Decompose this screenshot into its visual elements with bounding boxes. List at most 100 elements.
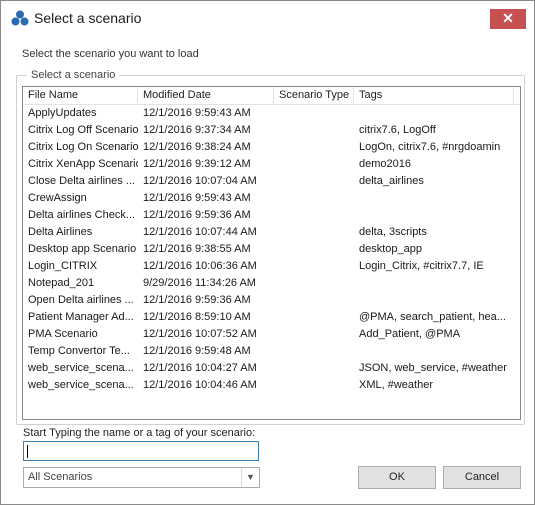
cell-file-name: Temp Convertor Te... [28, 345, 130, 357]
table-row[interactable]: web_service_scena... 12/1/2016 10:04:46 A… [23, 377, 520, 394]
table-row[interactable]: Notepad_201 9/29/2016 11:34:26 AM [23, 275, 520, 292]
cell-file-name: Citrix XenApp Scenario [28, 158, 138, 170]
cell-file-name: ApplyUpdates [28, 107, 97, 119]
ok-button[interactable]: OK [358, 466, 436, 489]
cell-scenario-type [274, 190, 354, 207]
chevron-down-icon[interactable]: ▼ [241, 468, 259, 487]
cell-modified-date: 12/1/2016 9:38:55 AM [143, 243, 251, 255]
cell-tags: delta, 3scripts [359, 226, 427, 238]
cell-tags [354, 207, 514, 224]
search-input[interactable] [23, 441, 259, 461]
search-label: Start Typing the name or a tag of your s… [23, 427, 256, 439]
cell-tags: LogOn, citrix7.6, #nrgdoamin [359, 141, 501, 153]
cell-modified-date: 12/1/2016 10:07:52 AM [143, 328, 257, 340]
table-row[interactable]: Delta Airlines 12/1/2016 10:07:44 AM delta… [23, 224, 520, 241]
cell-modified-date: 12/1/2016 9:39:12 AM [143, 158, 251, 170]
cell-scenario-type [274, 343, 354, 360]
cell-tags [354, 275, 514, 292]
cell-modified-date: 12/1/2016 10:04:27 AM [143, 362, 257, 374]
cell-file-name: Close Delta airlines ... [28, 175, 135, 187]
cell-modified-date: 12/1/2016 9:38:24 AM [143, 141, 251, 153]
cell-tags: XML, #weather [359, 379, 433, 391]
cell-scenario-type [274, 292, 354, 309]
filter-selected-value: All Scenarios [28, 471, 93, 483]
cell-scenario-type [274, 173, 354, 190]
cell-tags: citrix7.6, LogOff [359, 124, 436, 136]
list-header: File Name Modified Date Scenario Type Ta… [23, 87, 520, 105]
cell-file-name: web_service_scena... [28, 379, 134, 391]
cancel-button[interactable]: Cancel [443, 466, 521, 489]
cell-scenario-type [274, 156, 354, 173]
cell-modified-date: 12/1/2016 9:59:48 AM [143, 345, 251, 357]
table-row[interactable]: Citrix Log Off Scenario 12/1/2016 9:37:34… [23, 122, 520, 139]
cell-modified-date: 12/1/2016 10:06:36 AM [143, 260, 257, 272]
column-header-file-name[interactable]: File Name [23, 87, 138, 104]
cell-modified-date: 9/29/2016 11:34:26 AM [143, 277, 256, 289]
cell-modified-date: 12/1/2016 10:07:44 AM [143, 226, 257, 238]
cell-tags: Login_Citrix, #citrix7.7, IE [359, 260, 484, 272]
cell-file-name: Login_CITRIX [28, 260, 98, 272]
close-button[interactable]: ✕ [490, 9, 526, 29]
cell-modified-date: 12/1/2016 10:04:46 AM [143, 379, 257, 391]
scenario-app-icon [11, 10, 29, 26]
text-caret [27, 445, 28, 458]
cell-scenario-type [274, 139, 354, 156]
cell-modified-date: 12/1/2016 9:59:43 AM [143, 107, 251, 119]
cell-file-name: Desktop app Scenario [28, 243, 137, 255]
cell-tags: @PMA, search_patient, hea... [359, 311, 506, 323]
cell-modified-date: 12/1/2016 9:59:36 AM [143, 209, 251, 221]
cell-scenario-type [274, 360, 354, 377]
title-bar[interactable]: Select a scenario ✕ [1, 1, 534, 35]
cell-file-name: Citrix Log On Scenario [28, 141, 138, 153]
cell-modified-date: 12/1/2016 9:59:36 AM [143, 294, 251, 306]
cell-scenario-type [274, 275, 354, 292]
cell-tags [354, 105, 514, 122]
table-row[interactable]: Temp Convertor Te... 12/1/2016 9:59:48 AM [23, 343, 520, 360]
scenario-filter-dropdown[interactable]: All Scenarios ▼ [23, 467, 260, 488]
cell-file-name: web_service_scena... [28, 362, 134, 374]
cell-tags: delta_airlines [359, 175, 424, 187]
cell-file-name: Patient Manager Ad... [28, 311, 134, 323]
cell-modified-date: 12/1/2016 8:59:10 AM [143, 311, 251, 323]
column-header-scenario-type[interactable]: Scenario Type [274, 87, 354, 104]
cell-scenario-type [274, 326, 354, 343]
table-row[interactable]: Close Delta airlines ... 12/1/2016 10:07:… [23, 173, 520, 190]
cell-tags: Add_Patient, @PMA [359, 328, 461, 340]
cell-file-name: Open Delta airlines ... [28, 294, 134, 306]
table-row[interactable]: Patient Manager Ad... 12/1/2016 8:59:10 A… [23, 309, 520, 326]
instruction-text: Select the scenario you want to load [22, 48, 199, 60]
table-row[interactable]: Open Delta airlines ... 12/1/2016 9:59:36… [23, 292, 520, 309]
table-row[interactable]: CrewAssign 12/1/2016 9:59:43 AM [23, 190, 520, 207]
table-row[interactable]: ApplyUpdates 12/1/2016 9:59:43 AM [23, 105, 520, 122]
table-row[interactable]: Citrix Log On Scenario 12/1/2016 9:38:24 … [23, 139, 520, 156]
window-title: Select a scenario [34, 10, 142, 26]
cell-scenario-type [274, 105, 354, 122]
cell-tags: JSON, web_service, #weather [359, 362, 507, 374]
table-row[interactable]: Desktop app Scenario 12/1/2016 9:38:55 AM… [23, 241, 520, 258]
cell-scenario-type [274, 241, 354, 258]
table-row[interactable]: Delta airlines Check... 12/1/2016 9:59:36… [23, 207, 520, 224]
cell-scenario-type [274, 258, 354, 275]
cell-file-name: PMA Scenario [28, 328, 98, 340]
table-row[interactable]: Citrix XenApp Scenario 12/1/2016 9:39:12 … [23, 156, 520, 173]
scenario-dialog: Select a scenario ✕ Select the scenario … [0, 0, 535, 505]
table-row[interactable]: Login_CITRIX 12/1/2016 10:06:36 AM Login_C… [23, 258, 520, 275]
cell-modified-date: 12/1/2016 10:07:04 AM [143, 175, 257, 187]
cell-scenario-type [274, 122, 354, 139]
cell-file-name: Citrix Log Off Scenario [28, 124, 138, 136]
cell-tags [354, 190, 514, 207]
cell-file-name: Notepad_201 [28, 277, 95, 289]
cell-scenario-type [274, 377, 354, 394]
table-row[interactable]: PMA Scenario 12/1/2016 10:07:52 AM Add_Pat… [23, 326, 520, 343]
cell-scenario-type [274, 309, 354, 326]
table-row[interactable]: web_service_scena... 12/1/2016 10:04:27 A… [23, 360, 520, 377]
cell-modified-date: 12/1/2016 9:59:43 AM [143, 192, 251, 204]
cell-scenario-type [274, 207, 354, 224]
cell-tags [354, 292, 514, 309]
column-header-modified-date[interactable]: Modified Date [138, 87, 274, 104]
column-header-tags[interactable]: Tags [354, 87, 514, 104]
cell-modified-date: 12/1/2016 9:37:34 AM [143, 124, 251, 136]
cell-file-name: CrewAssign [28, 192, 87, 204]
cell-file-name: Delta airlines Check... [28, 209, 135, 221]
scenario-list[interactable]: File Name Modified Date Scenario Type Ta… [22, 86, 521, 420]
